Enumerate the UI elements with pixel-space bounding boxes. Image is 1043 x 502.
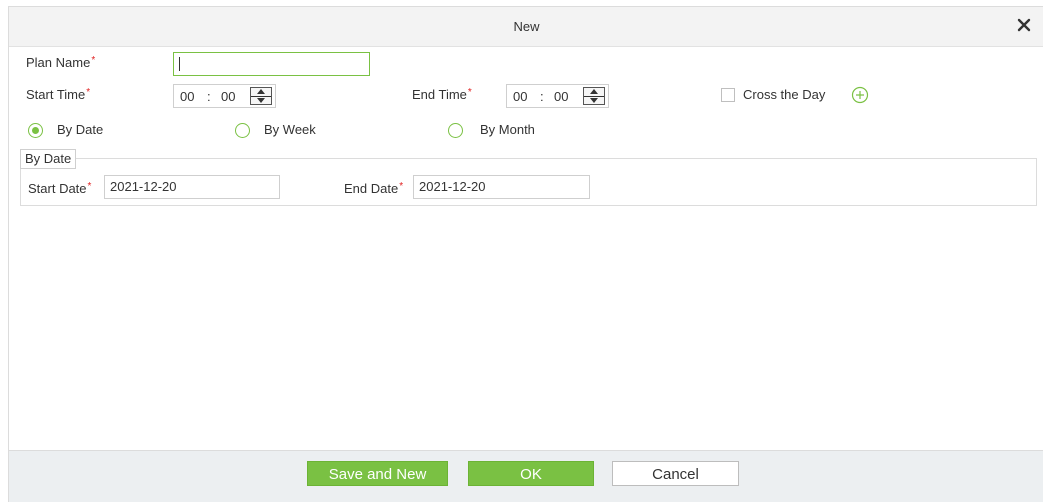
radio-by-date-label: By Date (57, 122, 104, 137)
start-date-label: Start Date* (28, 181, 92, 196)
end-time-spinner[interactable] (583, 87, 605, 105)
spinner-divider (251, 96, 271, 97)
cross-the-day-label: Cross the Day (743, 87, 826, 102)
radio-by-week-label: By Week (264, 122, 316, 137)
spinner-down-icon[interactable] (257, 98, 265, 103)
dialog-titlebar: New (9, 7, 1043, 47)
cross-the-day-checkbox[interactable] (721, 88, 735, 102)
spinner-down-icon[interactable] (590, 98, 598, 103)
required-mark: * (91, 55, 96, 66)
text-caret (179, 57, 180, 71)
close-icon[interactable] (1014, 15, 1034, 35)
start-time-label: Start Time* (26, 87, 91, 102)
spinner-divider (584, 96, 604, 97)
plan-name-input[interactable] (173, 52, 370, 76)
new-plan-dialog: New Plan Name* Start Time* 00 : 00 End T… (8, 6, 1043, 502)
time-separator: : (540, 89, 544, 104)
radio-by-month-label: By Month (480, 122, 535, 137)
end-time-label: End Time* (412, 87, 472, 102)
radio-by-week[interactable] (235, 123, 250, 138)
cancel-button[interactable]: Cancel (612, 461, 739, 486)
end-time-input[interactable]: 00 : 00 (506, 84, 609, 108)
plus-circle-icon[interactable] (851, 86, 869, 104)
time-separator: : (207, 89, 211, 104)
save-and-new-button[interactable]: Save and New (307, 461, 448, 486)
end-date-label: End Date* (344, 181, 404, 196)
start-date-value: 2021-12-20 (110, 179, 177, 194)
start-time-input[interactable]: 00 : 00 (173, 84, 276, 108)
radio-by-month[interactable] (448, 123, 463, 138)
required-mark: * (399, 181, 404, 192)
dialog-footer: Save and New OK Cancel (9, 450, 1043, 502)
required-mark: * (467, 87, 472, 98)
ok-button[interactable]: OK (468, 461, 594, 486)
dialog-title: New (513, 19, 540, 34)
start-date-input[interactable]: 2021-12-20 (104, 175, 280, 199)
end-date-value: 2021-12-20 (419, 179, 486, 194)
end-time-hours[interactable]: 00 (513, 89, 527, 104)
radio-by-date[interactable] (28, 123, 43, 138)
required-mark: * (87, 181, 92, 192)
required-mark: * (86, 87, 91, 98)
plan-name-label: Plan Name* (26, 55, 96, 70)
start-time-minutes[interactable]: 00 (221, 89, 235, 104)
end-time-minutes[interactable]: 00 (554, 89, 568, 104)
start-time-spinner[interactable] (250, 87, 272, 105)
by-date-legend: By Date (20, 149, 77, 169)
spinner-up-icon[interactable] (257, 89, 265, 94)
spinner-up-icon[interactable] (590, 89, 598, 94)
start-time-hours[interactable]: 00 (180, 89, 194, 104)
end-date-input[interactable]: 2021-12-20 (413, 175, 590, 199)
